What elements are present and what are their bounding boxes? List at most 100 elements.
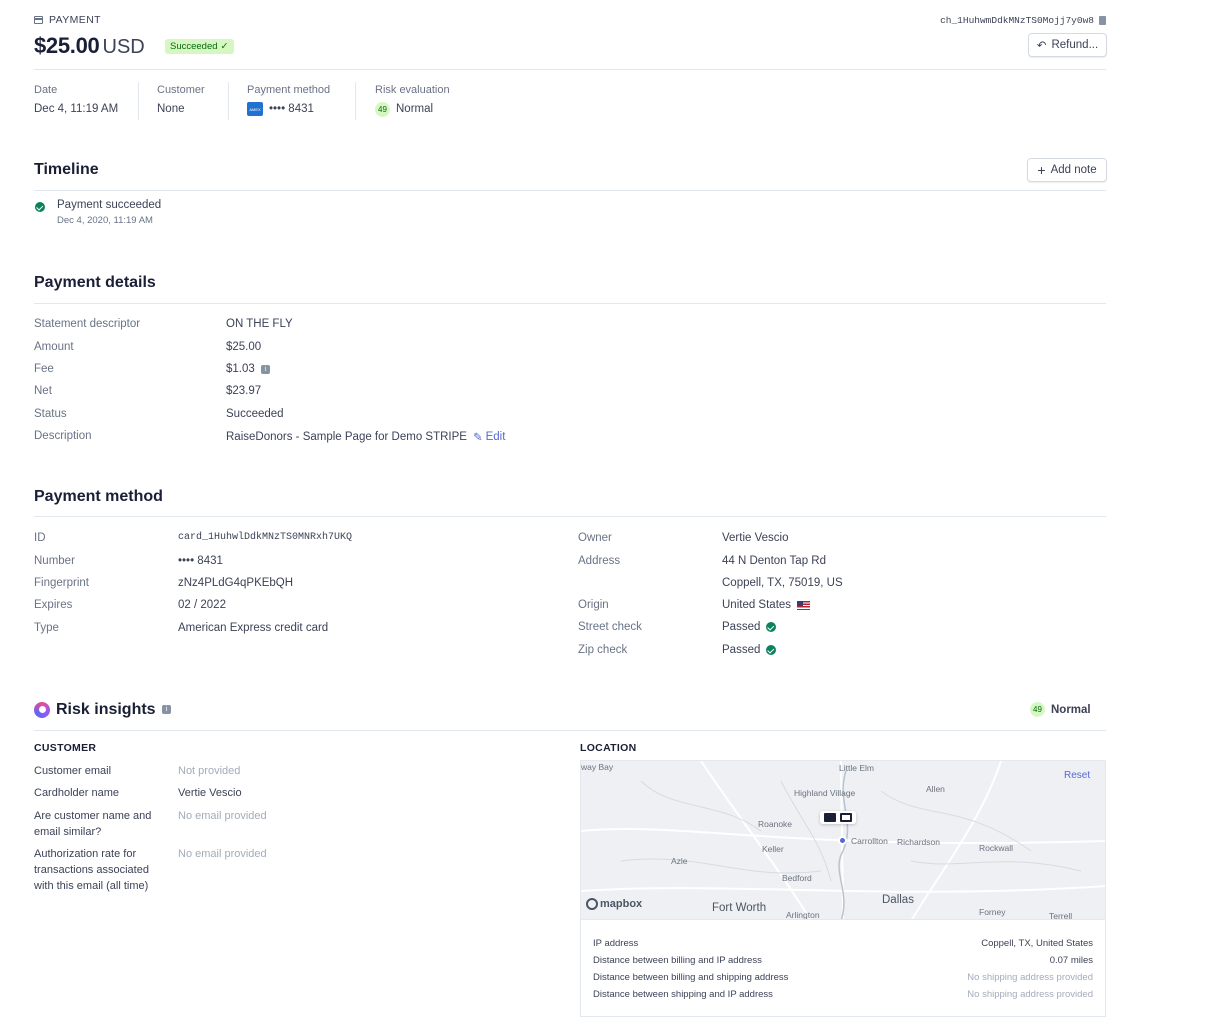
pm-label: ID [34, 532, 46, 544]
location-map[interactable]: way Bay Little Elm Highland Village Alle… [580, 760, 1106, 920]
ip-row: Distance between billing and shipping ad… [593, 972, 1093, 983]
success-check-icon [766, 622, 777, 632]
detail-value: ON THE FLY [226, 318, 293, 330]
map-city-label: Little Elm [839, 763, 874, 773]
detail-value: $23.97 [226, 385, 262, 397]
pm-zip-value: Passed [722, 644, 777, 656]
customer-caption: CUSTOMER [34, 742, 97, 754]
risk-customer-value: Vertie Vescio [178, 787, 242, 799]
info-icon[interactable]: i [162, 705, 171, 714]
copy-icon[interactable] [1099, 16, 1106, 25]
ip-row-label: Distance between shipping and IP address [593, 989, 773, 1000]
desktop-icon [840, 813, 852, 822]
risk-customer-label: Are customer name and email similar? [34, 810, 152, 838]
risk-customer-value: No email provided [178, 810, 267, 822]
ip-row-label: IP address [593, 938, 639, 949]
map-city-label: Allen [926, 784, 945, 794]
undo-icon: ↶ [1036, 40, 1047, 52]
pm-label: Number [34, 555, 75, 567]
charge-id[interactable]: ch_1HuhwmDdkMNzTS0Mojj7y0w8 [940, 15, 1106, 26]
amount-currency: USD [102, 36, 145, 58]
map-city-label: Keller [762, 844, 784, 854]
street-check-text: Passed [722, 621, 761, 633]
risk-level-text: Normal [1051, 703, 1091, 716]
pm-value: American Express credit card [178, 622, 329, 634]
us-flag-icon [797, 600, 811, 610]
pm-label: Fingerprint [34, 577, 89, 589]
refund-button[interactable]: ↶ Refund... [1028, 33, 1107, 57]
pm-label: Address [578, 555, 621, 567]
detail-label: Description [34, 430, 92, 442]
detail-label: Fee [34, 363, 54, 375]
summary-date: Date Dec 4, 11:19 AM [34, 84, 118, 116]
ip-row-value: 0.07 miles [1049, 955, 1093, 966]
summary-customer-value: None [157, 103, 185, 115]
info-icon[interactable]: i [260, 364, 270, 374]
description-text: RaiseDonors - Sample Page for Demo STRIP… [226, 431, 467, 443]
map-city-label: Bedford [782, 873, 812, 883]
pm-label: Street check [578, 621, 642, 633]
success-check-icon [35, 202, 45, 212]
ip-row: Distance between shipping and IP address… [593, 989, 1093, 1000]
divider [34, 303, 1106, 304]
detail-value: Succeeded [226, 408, 284, 420]
mapbox-logo-text: mapbox [600, 898, 643, 910]
status-badge-text: Succeeded [170, 41, 218, 52]
timeline-event-time: Dec 4, 2020, 11:19 AM [57, 215, 153, 226]
pm-label: Origin [578, 599, 609, 611]
fee-value-text: $1.03 [226, 363, 255, 375]
summary-risk-label: Risk evaluation [375, 84, 450, 96]
payment-label-text: PAYMENT [49, 14, 101, 26]
divider [228, 82, 229, 120]
ip-details-box: IP address Coppell, TX, United States Di… [580, 920, 1106, 1017]
map-reset-button[interactable]: Reset [1064, 770, 1090, 781]
pm-street-value: Passed [722, 621, 777, 633]
pm-label: Zip check [578, 644, 628, 656]
risk-score-badge: 49 [1030, 702, 1045, 717]
risk-insights-title: Risk insights [56, 701, 156, 718]
credit-card-icon [824, 813, 836, 822]
pm-value: Vertie Vescio [722, 532, 789, 544]
map-city-label: Fort Worth [712, 902, 767, 914]
pm-origin-value: United States [722, 599, 811, 611]
refund-button-label: Refund... [1051, 39, 1099, 51]
summary-customer: Customer None [157, 84, 205, 116]
pencil-icon: ✎ [472, 432, 483, 444]
map-city-label: Terrell [1049, 911, 1073, 920]
risk-customer-label: Customer email [34, 765, 112, 777]
map-location-pin [838, 836, 847, 845]
map-marker-popup[interactable] [820, 811, 856, 824]
risk-customer-value: No email provided [178, 848, 267, 860]
amount-value: $25.00 [34, 33, 100, 58]
status-badge: Succeeded ✓ [165, 39, 234, 54]
pm-label: Type [34, 622, 59, 634]
map-city-label: Arlington [786, 910, 820, 920]
risk-customer-label: Authorization rate for transactions asso… [34, 848, 149, 892]
zip-check-text: Passed [722, 644, 761, 656]
charge-id-text: ch_1HuhwmDdkMNzTS0Mojj7y0w8 [940, 15, 1094, 26]
amex-card-icon: AMEX [247, 102, 263, 116]
summary-payment-method: Payment method AMEX •••• 8431 [247, 84, 330, 116]
detail-fee-value: $1.03 i [226, 363, 270, 375]
mapbox-attribution[interactable]: mapbox [586, 898, 642, 910]
risk-customer-label: Cardholder name [34, 787, 119, 799]
map-city-label: Roanoke [758, 819, 793, 829]
pm-label: Expires [34, 599, 73, 611]
payment-amount: $25.00 USD [34, 33, 145, 59]
edit-description-link[interactable]: ✎ Edit [473, 430, 505, 444]
risk-score-badge: 49 [375, 101, 390, 117]
summary-risk-row: 49 Normal [375, 101, 450, 117]
risk-customer-value: Not provided [178, 765, 241, 777]
summary-method-row: AMEX •••• 8431 [247, 102, 330, 116]
risk-level: 49 Normal [1030, 702, 1091, 717]
ip-row-label: Distance between billing and IP address [593, 955, 762, 966]
add-note-button[interactable]: + Add note [1027, 158, 1107, 182]
ip-row-value: No shipping address provided [967, 989, 1093, 1000]
success-check-icon [766, 645, 777, 655]
payment-method-title: Payment method [34, 488, 163, 505]
ip-row-label: Distance between billing and shipping ad… [593, 972, 789, 983]
add-note-label: Add note [1050, 164, 1097, 176]
summary-method-label: Payment method [247, 84, 331, 96]
detail-label: Status [34, 408, 67, 420]
summary-date-value: Dec 4, 11:19 AM [34, 103, 119, 115]
